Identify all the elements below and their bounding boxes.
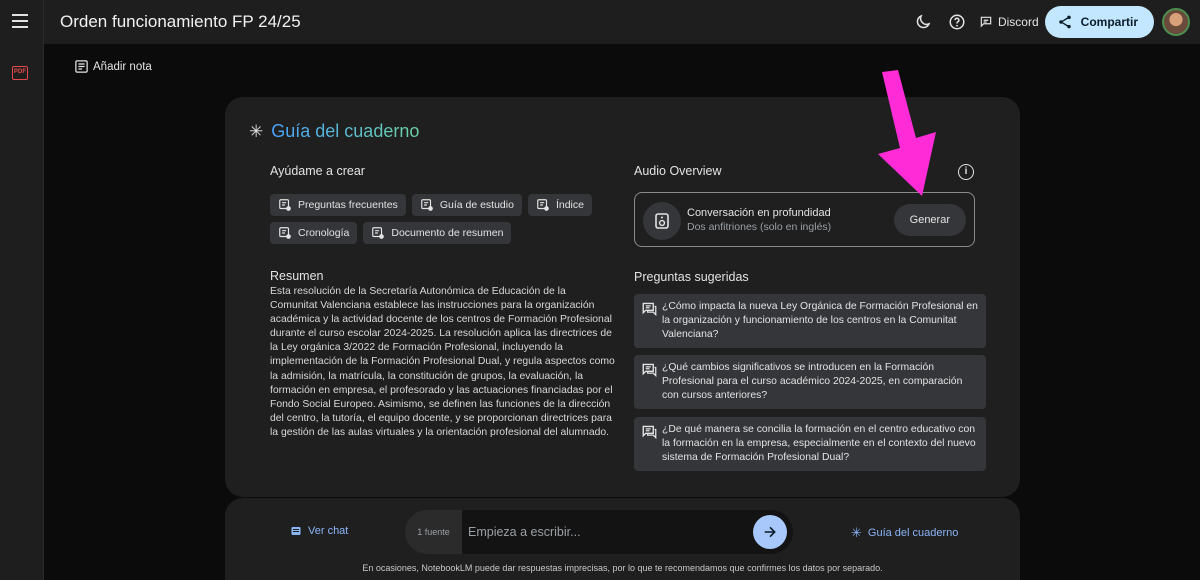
top-bar: Orden funcionamiento FP 24/25 Discord Co…	[44, 0, 1200, 44]
top-actions: Discord Compartir	[911, 6, 1190, 38]
view-chat-label: Ver chat	[308, 525, 349, 537]
menu-icon[interactable]	[12, 14, 28, 28]
question-answer-icon	[642, 425, 657, 439]
generate-button[interactable]: Generar	[893, 204, 966, 236]
note-add-icon	[279, 199, 291, 211]
note-add-icon	[420, 199, 433, 211]
chip-briefing-doc[interactable]: Documento de resumen	[363, 222, 512, 244]
note-add-icon	[537, 199, 549, 211]
chat-input-box: 1 fuente	[405, 510, 793, 554]
share-label: Compartir	[1080, 15, 1138, 29]
dark-mode-icon[interactable]	[911, 10, 935, 34]
speaker-icon	[643, 202, 681, 240]
discord-link[interactable]: Discord	[979, 15, 1039, 29]
source-count[interactable]: 1 fuente	[405, 510, 462, 554]
avatar[interactable]	[1162, 8, 1190, 36]
audio-subtitle: Dos anfitriones (solo en inglés)	[687, 221, 832, 233]
chip-study-guide[interactable]: Guía de estudio	[411, 194, 522, 216]
share-icon	[1058, 15, 1071, 29]
left-sidebar: PDF	[0, 0, 44, 580]
suggested-questions-label: Preguntas sugeridas	[634, 270, 749, 284]
summary-text: Esta resolución de la Secretaría Autonóm…	[270, 286, 615, 438]
annotation-arrow	[878, 70, 936, 196]
pdf-source-icon[interactable]: PDF	[12, 66, 28, 80]
chat-input[interactable]	[468, 521, 738, 543]
note-icon	[75, 60, 88, 73]
suggested-question-1[interactable]: ¿Cómo impacta la nueva Ley Orgánica de F…	[634, 294, 986, 349]
add-note-button[interactable]: Añadir nota	[74, 59, 152, 74]
chip-label: Preguntas frecuentes	[298, 199, 398, 211]
audio-overview-box: Conversación en profundidad Dos anfitrio…	[634, 192, 975, 247]
chat-icon	[291, 527, 301, 535]
question-text: ¿De qué manera se concilia la formación …	[662, 424, 976, 464]
question-answer-icon	[642, 302, 657, 316]
question-text: ¿Qué cambios significativos se introduce…	[662, 362, 963, 402]
audio-title: Conversación en profundidad	[687, 207, 831, 219]
chip-index[interactable]: Índice	[527, 194, 592, 216]
view-chat-button[interactable]: Ver chat	[290, 525, 348, 537]
guide-title: ✳ Guía del cuaderno	[249, 121, 419, 142]
arrow-right-icon	[764, 526, 776, 538]
sparkle-icon: ✳	[851, 525, 862, 540]
chip-label: Documento de resumen	[391, 227, 504, 239]
guide-link-label: Guía del cuaderno	[867, 527, 959, 539]
note-add-icon	[279, 227, 291, 239]
chat-panel: Ver chat 1 fuente ✳ Guía del cuaderno En…	[225, 498, 1020, 580]
summary-title: Resumen	[270, 269, 324, 283]
question-answer-icon	[642, 363, 657, 377]
chip-label: Guía de estudio	[439, 199, 514, 211]
chip-timeline[interactable]: Cronología	[270, 222, 358, 244]
suggested-question-2[interactable]: ¿Qué cambios significativos se introduce…	[634, 355, 986, 410]
suggested-question-3[interactable]: ¿De qué manera se concilia la formación …	[634, 417, 986, 472]
question-text: ¿Cómo impacta la nueva Ley Orgánica de F…	[662, 301, 978, 341]
sparkle-icon: ✳	[249, 121, 264, 141]
help-icon[interactable]	[945, 10, 969, 34]
send-button[interactable]	[753, 515, 787, 549]
note-add-icon	[372, 227, 385, 239]
disclaimer: En ocasiones, NotebookLM puede dar respu…	[362, 563, 883, 573]
share-button[interactable]: Compartir	[1044, 6, 1154, 38]
chip-label: Índice	[555, 199, 584, 211]
guide-title-text: Guía del cuaderno	[271, 121, 420, 141]
add-note-label: Añadir nota	[93, 60, 152, 73]
discord-label: Discord	[997, 15, 1039, 29]
create-chips: Preguntas frecuentes Guía de estudio Índ…	[270, 194, 630, 250]
chat-bubble-icon	[980, 16, 992, 28]
help-create-label: Ayúdame a crear	[270, 164, 365, 178]
notebook-title[interactable]: Orden funcionamiento FP 24/25	[60, 12, 301, 32]
info-icon[interactable]: i	[958, 164, 974, 180]
guide-link[interactable]: ✳ Guía del cuaderno	[851, 525, 958, 541]
chip-faq[interactable]: Preguntas frecuentes	[270, 194, 406, 216]
chip-label: Cronología	[298, 227, 350, 239]
audio-overview-label: Audio Overview	[634, 164, 722, 178]
